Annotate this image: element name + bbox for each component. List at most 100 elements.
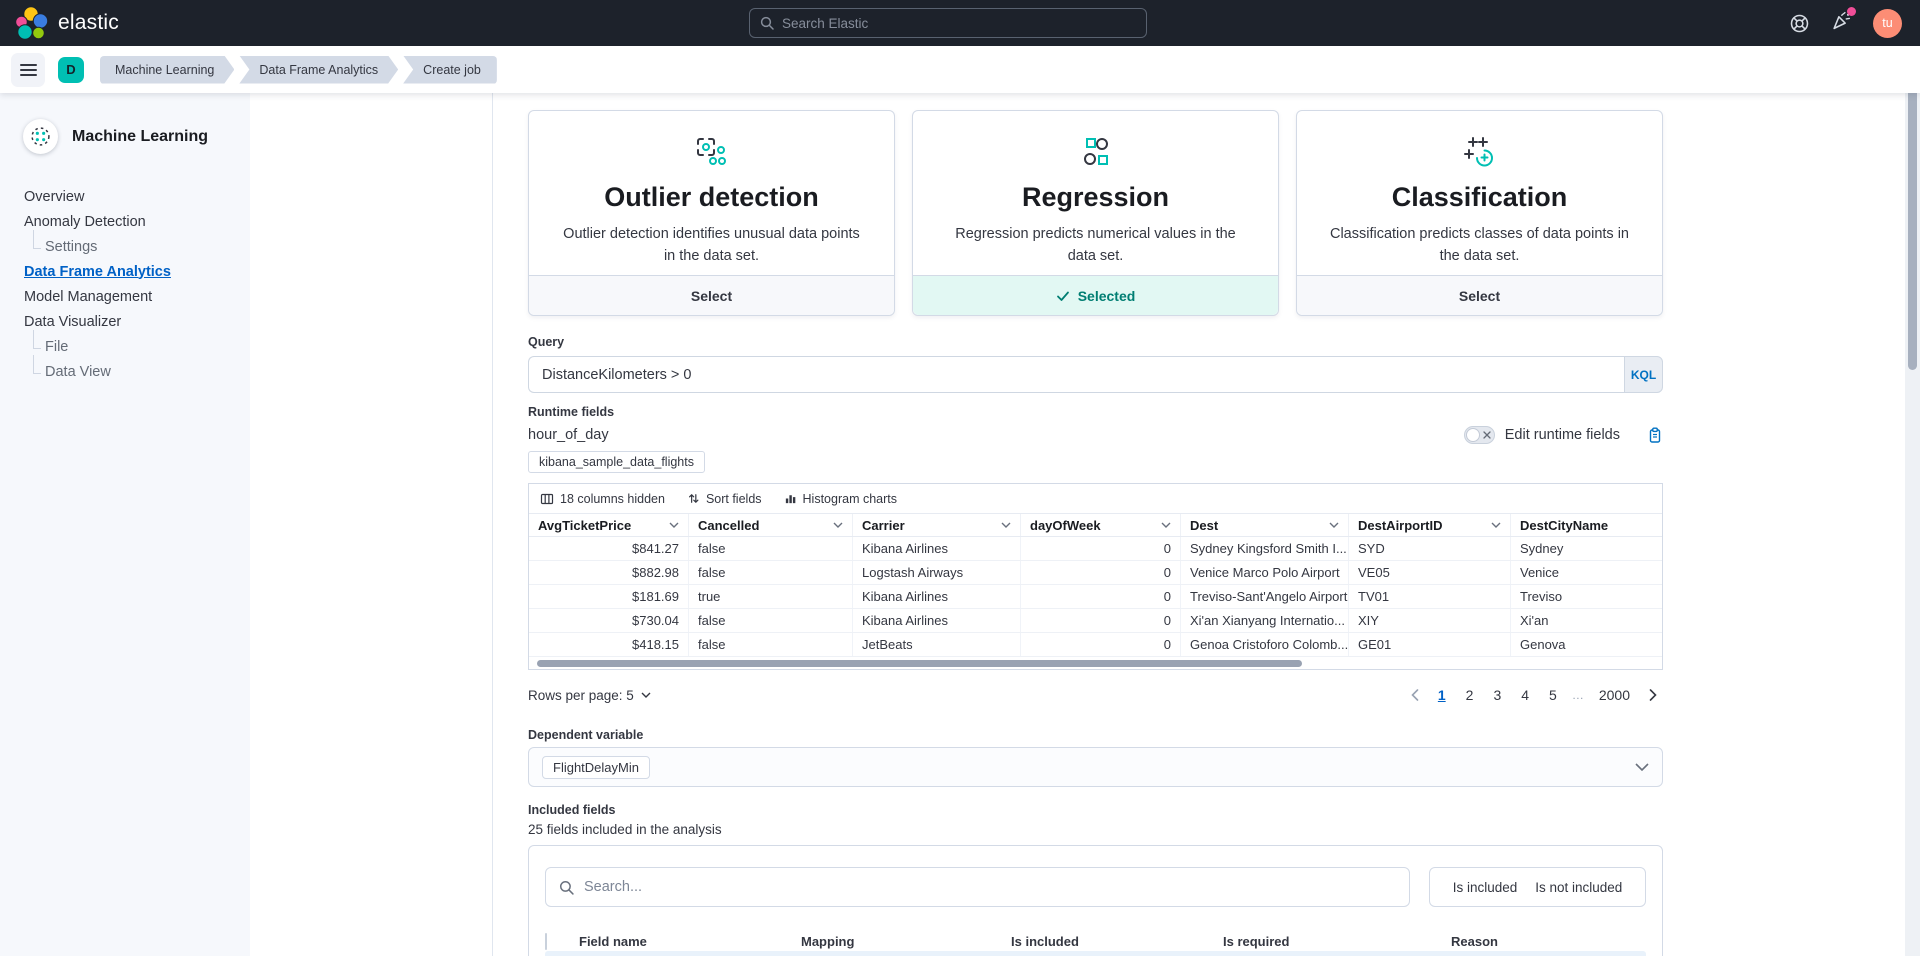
chevron-down-icon[interactable] [1161, 522, 1171, 528]
index-badge: kibana_sample_data_flights [528, 451, 705, 473]
previous-page-button[interactable] [1405, 689, 1425, 701]
page-3[interactable]: 3 [1486, 685, 1508, 705]
breadcrumb: Machine Learning Data Frame Analytics Cr… [100, 56, 497, 84]
user-avatar[interactable]: tu [1873, 9, 1902, 38]
grid-pagination: Rows per page: 5 1 2 3 4 5 … 2000 [528, 685, 1663, 705]
chevron-down-icon [641, 692, 651, 698]
fields-table-header: Field name Mapping Is included Is requir… [545, 931, 1646, 951]
sort-fields-button[interactable]: Sort fields [687, 492, 762, 506]
edit-runtime-fields-toggle[interactable] [1464, 426, 1495, 444]
search-icon [760, 16, 774, 30]
copy-to-clipboard-button[interactable] [1647, 427, 1663, 444]
fields-column-field-name: Field name [579, 934, 801, 949]
scrollbar-thumb[interactable] [1908, 70, 1917, 370]
card-regression: Regression Regression predicts numerical… [912, 110, 1279, 316]
column-header-carrier[interactable]: Carrier [853, 514, 1021, 536]
table-row[interactable]: $882.98false Logstash Airways0 Venice Ma… [529, 561, 1662, 585]
page-title: Machine Learning [72, 128, 208, 146]
table-row[interactable]: $181.69true Kibana Airlines0 Treviso-San… [529, 585, 1662, 609]
data-grid-toolbar: 18 columns hidden Sort fields Histogram … [529, 484, 1662, 513]
select-all-checkbox[interactable] [545, 933, 547, 950]
dependent-variable-select[interactable]: FlightDelayMin [528, 747, 1663, 787]
chevron-down-icon[interactable] [1491, 522, 1501, 528]
chevron-down-icon[interactable] [833, 522, 843, 528]
table-row[interactable]: $418.15false JetBeats0 Genoa Cristoforo … [529, 633, 1662, 657]
column-header-destcityname[interactable]: DestCityName [1511, 514, 1662, 536]
next-page-button[interactable] [1643, 689, 1663, 701]
fields-filter-group: Is included Is not included [1429, 867, 1646, 907]
page-2000[interactable]: 2000 [1592, 685, 1637, 705]
column-header-dest[interactable]: Dest [1181, 514, 1349, 536]
fields-column-is-required: Is required [1223, 934, 1451, 949]
grid-horizontal-scrollbar[interactable] [529, 657, 1662, 669]
page-4[interactable]: 4 [1514, 685, 1536, 705]
runtime-fields-label: Runtime fields [528, 405, 1663, 419]
cross-icon [1483, 431, 1491, 439]
columns-icon [540, 492, 554, 506]
classification-icon [1462, 135, 1498, 169]
copy-to-clipboard-icon [1647, 427, 1663, 444]
sidebar-item-model-management[interactable]: Model Management [0, 284, 250, 309]
card-title: Outlier detection [604, 182, 819, 213]
elastic-logo[interactable]: elastic [0, 6, 119, 40]
sidebar-nav: Overview Anomaly Detection Settings Data… [0, 184, 250, 384]
kql-language-button[interactable]: KQL [1624, 356, 1663, 393]
sidebar-item-settings[interactable]: Settings [0, 234, 250, 259]
chevron-left-icon [1411, 689, 1419, 701]
dependent-variable-chip[interactable]: FlightDelayMin [542, 756, 650, 779]
filter-is-included[interactable]: Is included [1444, 880, 1527, 895]
search-icon [559, 880, 574, 895]
sidebar-item-data-view[interactable]: Data View [0, 359, 250, 384]
columns-hidden-button[interactable]: 18 columns hidden [540, 492, 665, 506]
sidebar-item-data-frame-analytics[interactable]: Data Frame Analytics [0, 259, 250, 284]
breadcrumb-create-job: Create job [403, 56, 497, 84]
query-input[interactable]: DistanceKilometers > 0 [528, 356, 1624, 393]
table-row[interactable]: $730.04false Kibana Airlines0 Xi'an Xian… [529, 609, 1662, 633]
sidebar-item-overview[interactable]: Overview [0, 184, 250, 209]
fields-table-row[interactable] [545, 951, 1646, 956]
global-search[interactable] [749, 8, 1147, 38]
logo-text: elastic [58, 11, 119, 35]
query-label: Query [528, 335, 1663, 349]
breadcrumb-data-frame-analytics[interactable]: Data Frame Analytics [239, 56, 398, 84]
space-avatar[interactable]: D [58, 57, 84, 83]
breadcrumb-bar: D Machine Learning Data Frame Analytics … [0, 46, 1920, 93]
rows-per-page-button[interactable]: Rows per page: 5 [528, 688, 651, 703]
table-row[interactable]: $841.27false Kibana Airlines0 Sydney Kin… [529, 537, 1662, 561]
edit-runtime-fields-label[interactable]: Edit runtime fields [1505, 427, 1620, 443]
sidebar: Machine Learning Overview Anomaly Detect… [0, 93, 250, 956]
breadcrumb-machine-learning[interactable]: Machine Learning [100, 56, 234, 84]
column-header-dayofweek[interactable]: dayOfWeek [1021, 514, 1181, 536]
select-classification-button[interactable]: Select [1297, 275, 1662, 315]
runtime-field-value: hour_of_day [528, 427, 609, 443]
main-content: Outlier detection Outlier detection iden… [493, 93, 1905, 956]
included-fields-summary: 25 fields included in the analysis [528, 822, 1663, 837]
page-ellipsis: … [1570, 686, 1586, 704]
menu-button[interactable] [11, 53, 45, 87]
column-header-destairportid[interactable]: DestAirportID [1349, 514, 1511, 536]
machine-learning-app-icon [23, 119, 58, 154]
page-scrollbar[interactable] [1905, 46, 1920, 956]
help-icon[interactable] [1789, 13, 1810, 34]
content-divider [492, 93, 493, 956]
histogram-charts-button[interactable]: Histogram charts [784, 492, 897, 506]
page-2[interactable]: 2 [1459, 685, 1481, 705]
global-search-input[interactable] [782, 16, 1136, 31]
notification-dot [1847, 7, 1856, 16]
chevron-down-icon[interactable] [669, 522, 679, 528]
announcements-button[interactable] [1831, 10, 1852, 36]
regression-selected-button[interactable]: Selected [913, 275, 1278, 315]
fields-search[interactable] [545, 867, 1410, 907]
column-header-cancelled[interactable]: Cancelled [689, 514, 853, 536]
menu-icon [20, 61, 37, 79]
select-outlier-detection-button[interactable]: Select [529, 275, 894, 315]
scrollbar-thumb[interactable] [537, 660, 1302, 667]
column-header-avgticketprice[interactable]: AvgTicketPrice [529, 514, 689, 536]
filter-is-not-included[interactable]: Is not included [1526, 880, 1631, 895]
chevron-down-icon[interactable] [1001, 522, 1011, 528]
chevron-down-icon[interactable] [1329, 522, 1339, 528]
page-1[interactable]: 1 [1431, 685, 1453, 705]
fields-search-input[interactable] [584, 879, 1396, 895]
page-5[interactable]: 5 [1542, 685, 1564, 705]
card-description: Outlier detection identifies unusual dat… [559, 224, 864, 268]
